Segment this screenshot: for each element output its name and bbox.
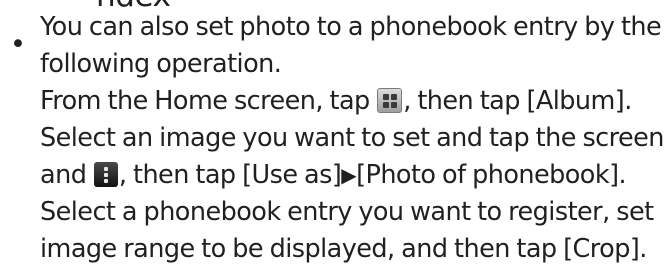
menu-kebab-icon [93, 162, 118, 187]
bullet-marker: • [10, 29, 26, 60]
text-line-2: following operation. [40, 49, 282, 79]
text-line-3: From the Home screen, tap , then tap [Al… [40, 83, 664, 120]
document-page: ndex • You can also set photo to a phone… [0, 0, 664, 269]
text-segment: , then tap [Use as] [118, 160, 342, 190]
text-line-6: Select a phonebook entry you want to reg… [40, 197, 654, 227]
text-line-4: Select an image you want to set and tap … [40, 123, 664, 153]
right-triangle-arrow-icon: ▶ [341, 163, 357, 187]
text-segment: From the Home screen, tap [40, 86, 377, 116]
text-segment: [Photo of phonebook]. [356, 160, 627, 190]
text-line-1: You can also set photo to a phonebook en… [40, 12, 662, 42]
apps-grid-icon [377, 88, 403, 113]
note-paragraph: You can also set photo to a phonebook en… [40, 9, 664, 268]
text-segment: , then tap [Album]. [403, 86, 632, 116]
text-segment: and [40, 160, 93, 190]
text-line-7: image range to be displayed, and then ta… [40, 234, 647, 264]
text-line-5: and , then tap [Use as]▶[Photo of phoneb… [40, 157, 664, 194]
